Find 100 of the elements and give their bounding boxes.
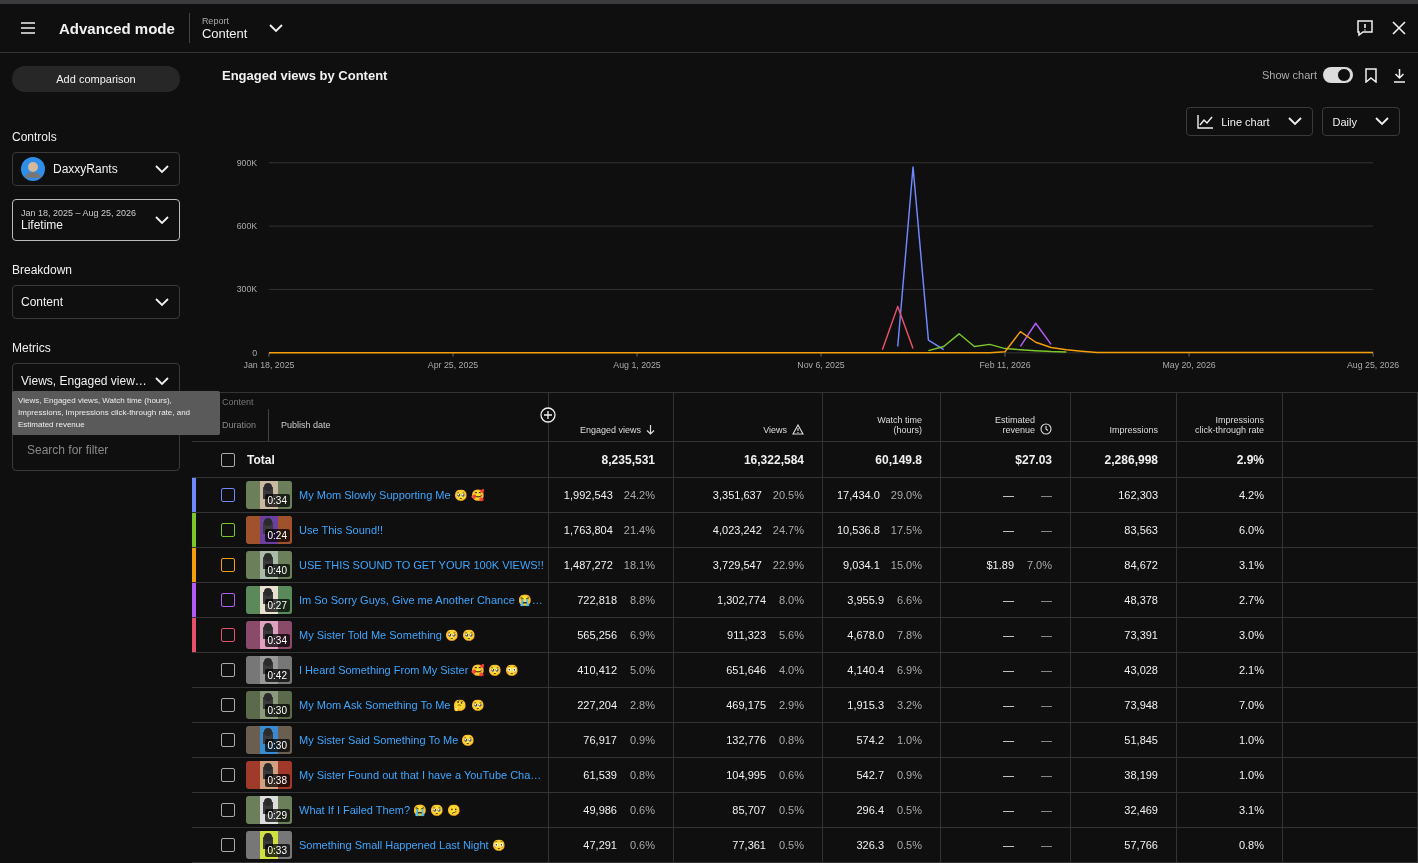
menu-icon[interactable] <box>20 22 36 34</box>
checkbox[interactable] <box>221 733 235 747</box>
video-title-link[interactable]: My Sister Said Something To Me 🥺 <box>299 733 476 747</box>
column-header[interactable]: Views <box>763 425 787 435</box>
download-icon[interactable] <box>1393 67 1406 83</box>
column-header[interactable]: Publish date <box>268 409 331 441</box>
show-chart-toggle[interactable] <box>1323 67 1353 83</box>
interval-dropdown[interactable]: Daily <box>1321 107 1400 136</box>
table-cell: 132,776 <box>726 734 766 746</box>
table-cell: 1,763,804 <box>563 524 613 536</box>
video-title-link[interactable]: Im So Sorry Guys, Give me Another Chance 😭… <box>299 593 543 607</box>
report-value[interactable]: Content <box>201 25 248 41</box>
chart-type-dropdown[interactable]: Line chart <box>1186 107 1313 136</box>
checkbox[interactable] <box>221 593 235 607</box>
table-cell: 61,539 <box>583 769 617 781</box>
checkbox[interactable] <box>221 803 235 817</box>
column-header[interactable]: Estimated revenue <box>965 415 1035 435</box>
page-title: Advanced mode <box>59 13 190 43</box>
percent-cell-text: — <box>1040 839 1052 851</box>
table-cell: 9,034.1 <box>843 559 880 571</box>
table-cell: 3,351,637 <box>712 489 762 501</box>
add-column-icon[interactable] <box>540 407 556 423</box>
date-range-dropdown[interactable]: Jan 18, 2025 – Aug 25, 2026 Lifetime <box>12 199 180 241</box>
table-cell: — <box>1003 664 1014 676</box>
table-cell: — <box>1003 734 1014 746</box>
column-header[interactable]: Content <box>222 397 254 407</box>
percent-cell: 8.0% <box>777 594 804 606</box>
table-cell: 76,917 <box>583 734 617 746</box>
total-value: 8,235,531 <box>601 452 655 467</box>
checkbox[interactable] <box>221 488 235 502</box>
section-label: Controls <box>12 130 58 144</box>
percent-cell-text: — <box>1040 664 1052 676</box>
add-comparison-button[interactable]: Add comparison <box>12 66 180 92</box>
table-cell: 49,986 <box>583 804 617 816</box>
table-cell: 0.8% <box>1238 839 1264 851</box>
checkbox[interactable] <box>221 838 235 852</box>
table-cell: 3.0% <box>1238 629 1264 641</box>
table-cell: 3,729,547 <box>712 559 762 571</box>
y-tick-label: 600K <box>236 221 258 232</box>
table-cell: 4,023,242 <box>712 524 762 536</box>
table-cell: 4,140.4 <box>847 664 884 676</box>
table-cell: 1,915.3 <box>847 699 884 711</box>
percent-cell: 29.0% <box>890 489 922 501</box>
column-header[interactable]: Impressions <box>1109 425 1158 435</box>
percent-cell-text: — <box>1040 489 1052 501</box>
video-title-link[interactable]: My Mom Slowly Supporting Me 🥺 🥰 <box>299 488 485 502</box>
channel-dropdown[interactable]: DaxxyRants <box>12 152 180 186</box>
percent-cell: 2.8% <box>628 699 655 711</box>
tooltip: Views, Engaged views, Watch time (hours), Impressions, Impressions click-through rate, and Estimated revenue <box>12 391 220 435</box>
close-icon[interactable] <box>1392 21 1406 35</box>
video-title-link[interactable]: I Heard Something From My Sister 🥰 🥺 😳 <box>299 663 520 677</box>
percent-cell: 0.5% <box>777 804 804 816</box>
chevron-down-icon <box>155 297 169 307</box>
percent-cell: 15.0% <box>890 559 922 571</box>
video-title-link[interactable]: Use This Sound!! <box>299 524 384 536</box>
table-cell: — <box>1003 629 1014 641</box>
total-label: Total <box>247 452 275 467</box>
chevron-down-icon <box>269 23 284 33</box>
video-title-link[interactable]: USE THIS SOUND TO GET YOUR 100K VIEWS!! <box>299 559 544 571</box>
bookmark-icon[interactable] <box>1365 67 1377 83</box>
column-header[interactable]: Duration <box>222 420 257 430</box>
feedback-icon[interactable] <box>1356 19 1374 37</box>
section-label: Metrics <box>12 341 52 355</box>
duration-badge: 0:33 <box>264 844 290 857</box>
video-title-link[interactable]: My Sister Found out that I have a YouTube Cha… <box>299 769 542 781</box>
sort-down-icon[interactable] <box>646 425 655 435</box>
percent-cell-text: — <box>1040 699 1052 711</box>
line-chart-icon <box>1197 114 1214 129</box>
percent-cell: 22.9% <box>772 559 804 571</box>
video-title-link[interactable]: Something Small Happened Last Night 😳 <box>299 838 506 852</box>
breakdown-dropdown[interactable]: Content <box>12 285 180 319</box>
table-cell: 7.0% <box>1238 699 1264 711</box>
column-header[interactable]: Engaged views <box>579 425 641 435</box>
column-header[interactable]: Impressions click-through rate <box>1194 415 1264 435</box>
table-cell: — <box>1003 699 1014 711</box>
table-cell: 227,204 <box>577 699 617 711</box>
checkbox[interactable] <box>221 523 235 537</box>
column-header[interactable]: Watch time (hours) <box>852 415 922 435</box>
checkbox[interactable] <box>221 558 235 572</box>
table-cell: 574.2 <box>856 734 884 746</box>
checkbox[interactable] <box>221 663 235 677</box>
checkbox[interactable] <box>221 768 235 782</box>
table-cell: $1.89 <box>986 559 1014 571</box>
duration-badge: 0:30 <box>264 704 290 717</box>
percent-cell-text: — <box>1040 594 1052 606</box>
checkbox[interactable] <box>221 698 235 712</box>
checkbox[interactable] <box>221 452 235 467</box>
video-title-link[interactable]: My Mom Ask Something To Me 🤔 🥺 <box>299 698 485 712</box>
total-value: 16,322,584 <box>743 452 804 467</box>
video-title-link[interactable]: What If I Failed Them? 😭 🥺 🫤 <box>299 803 462 817</box>
table-cell: 2.1% <box>1238 664 1264 676</box>
section-label: Breakdown <box>12 263 74 277</box>
checkbox[interactable] <box>221 628 235 642</box>
table-cell: 1,302,774 <box>717 594 766 606</box>
table-cell: 4.2% <box>1238 489 1264 501</box>
table-cell: 104,995 <box>726 769 766 781</box>
table-cell: 83,563 <box>1124 524 1158 536</box>
percent-cell: 0.5% <box>895 804 922 816</box>
video-title-link[interactable]: My Sister Told Me Something 🥺 🥺 <box>299 628 476 642</box>
percent-cell: 7.0% <box>1025 559 1052 571</box>
